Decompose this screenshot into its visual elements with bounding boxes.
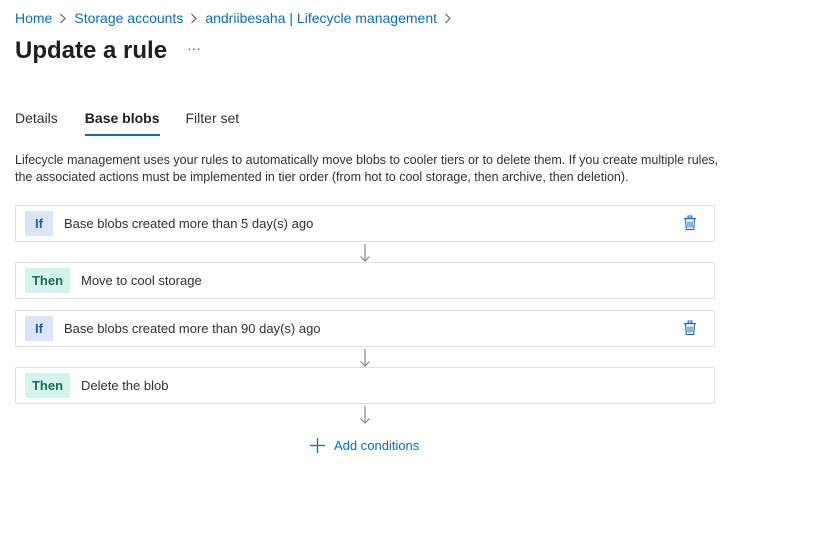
rule-if-card: If Base blobs created more than 90 day(s… [15,310,715,347]
tab-base-blobs[interactable]: Base blobs [84,110,160,136]
arrow-down-icon [359,243,371,263]
add-conditions-label: Add conditions [334,438,420,453]
chevron-right-icon [183,9,205,27]
breadcrumb: Home Storage accounts andriibesaha | Lif… [15,9,459,27]
update-rule-page: Home Storage accounts andriibesaha | Lif… [0,0,837,560]
rule-then-card: Then Move to cool storage [15,262,715,299]
if-badge: If [25,211,53,236]
then-action-text: Delete the blob [81,378,169,393]
then-action-text: Move to cool storage [81,273,202,288]
tab-details[interactable]: Details [15,110,58,136]
add-conditions-button[interactable]: Add conditions [309,437,419,454]
breadcrumb-home[interactable]: Home [15,9,52,27]
breadcrumb-storage-accounts[interactable]: Storage accounts [74,9,183,27]
then-badge: Then [25,268,70,293]
chevron-right-icon [52,9,74,27]
more-options-button[interactable]: ··· [184,40,204,60]
if-badge: If [25,316,53,341]
then-badge: Then [25,373,70,398]
arrow-down-icon [359,348,371,368]
if-condition-text: Base blobs created more than 5 day(s) ag… [64,216,314,231]
arrow-down-icon [359,405,371,425]
page-title: Update a rule [15,37,168,64]
tab-filter-set[interactable]: Filter set [186,110,240,136]
breadcrumb-lifecycle-management[interactable]: andriibesaha | Lifecycle management [205,9,437,27]
tab-list: Details Base blobs Filter set [15,110,265,136]
description-text: Lifecycle management uses your rules to … [15,153,719,184]
trash-icon[interactable] [683,320,697,336]
chevron-right-icon [437,9,459,27]
plus-icon [309,437,326,454]
rule-if-card: If Base blobs created more than 5 day(s)… [15,205,715,242]
trash-icon[interactable] [683,215,697,231]
if-condition-text: Base blobs created more than 90 day(s) a… [64,321,321,336]
rule-then-card: Then Delete the blob [15,367,715,404]
